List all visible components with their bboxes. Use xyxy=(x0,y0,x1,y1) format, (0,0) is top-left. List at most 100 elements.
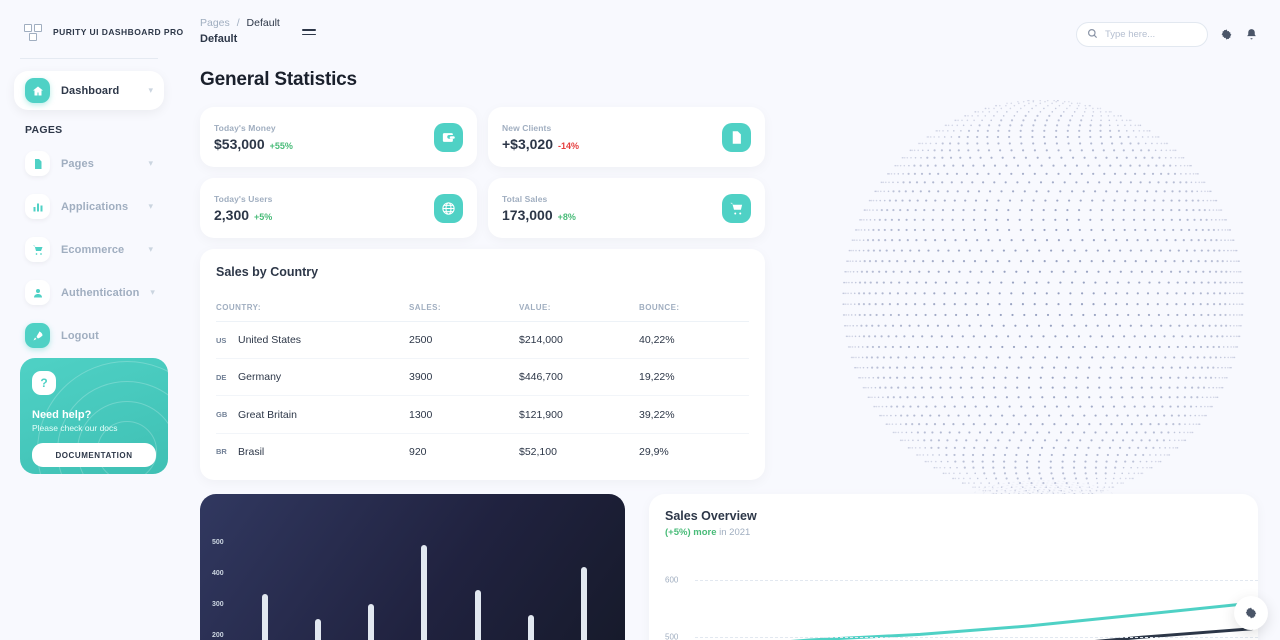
chevron-down-icon[interactable]: ▾ xyxy=(148,245,153,254)
purity-logo-icon xyxy=(24,22,44,42)
line-chart-gridline xyxy=(695,637,1258,639)
cell-value: $214,000 xyxy=(519,321,639,360)
topbar: Pages / Default Default xyxy=(200,0,1258,47)
cell-value: $121,900 xyxy=(519,395,639,434)
chevron-down-icon[interactable]: ▾ xyxy=(148,159,153,168)
document-icon xyxy=(722,122,751,152)
sidebar-item-logout[interactable]: Logout xyxy=(14,316,164,355)
column-header-sales: SALES: xyxy=(409,303,519,323)
bar-chart-bar xyxy=(474,589,481,640)
country-flag: GB xyxy=(216,410,228,420)
table-row[interactable]: GB Great Britain 1300 $121,900 39,22% xyxy=(216,395,749,434)
gear-icon[interactable] xyxy=(1220,28,1233,41)
country-flag: US xyxy=(216,335,227,345)
stat-delta: +5% xyxy=(254,211,273,222)
stat-card-todays-money[interactable]: Today's Money $53,000 +55% xyxy=(200,107,477,168)
bell-icon[interactable] xyxy=(1245,28,1258,41)
sidebar-nav: Dashboard ▾ PAGES Pages ▾ Applications ▾ xyxy=(14,59,164,355)
topbar-actions xyxy=(1076,16,1258,47)
sales-overview-subtitle: (+5%) more in 2021 xyxy=(665,527,1242,538)
chevron-down-icon[interactable]: ▾ xyxy=(150,288,155,297)
sidebar-item-ecommerce[interactable]: Ecommerce ▾ xyxy=(14,230,164,269)
breadcrumb: Pages / Default Default xyxy=(200,16,280,47)
sales-overview-card: Sales Overview (+5%) more in 2021 500 600 xyxy=(649,493,1258,640)
bottom-charts: 200 300 400 500 Sales Overview (+5%) more i… xyxy=(200,493,1258,640)
search-input[interactable] xyxy=(1105,29,1197,40)
sidebar-item-label: Ecommerce xyxy=(61,243,125,256)
line-chart-y-tick: 500 xyxy=(665,632,679,640)
sidebar-item-label: Pages xyxy=(61,157,94,170)
stat-delta: -14% xyxy=(558,140,580,151)
line-chart-series xyxy=(788,601,1254,640)
brand[interactable]: PURITY UI DASHBOARD PRO xyxy=(14,0,183,42)
cell-bounce: 29,9% xyxy=(639,445,669,458)
bar-chart-y-tick: 200 xyxy=(212,631,224,639)
bar-chart-bar xyxy=(528,614,535,640)
sales-overview-title: Sales Overview xyxy=(665,508,757,523)
globe-icon xyxy=(434,193,463,223)
country-name: Great Britain xyxy=(238,408,297,421)
sidebar-item-applications[interactable]: Applications ▾ xyxy=(14,187,164,226)
sidebar-item-authentication[interactable]: Authentication ▾ xyxy=(14,273,164,312)
stat-value: $53,000 xyxy=(214,135,265,152)
sidebar-section-label: PAGES xyxy=(25,124,63,136)
breadcrumb-current: Default xyxy=(246,17,280,29)
stat-cards: Today's Money $53,000 +55% New Clients +… xyxy=(200,107,1258,239)
search-box[interactable] xyxy=(1076,22,1208,47)
bar-chart-y-tick: 400 xyxy=(212,569,224,577)
bar-chart-icon xyxy=(25,194,50,219)
stat-delta: +8% xyxy=(557,211,576,222)
sales-overview-period: in 2021 xyxy=(719,526,751,538)
breadcrumb-parent[interactable]: Pages xyxy=(200,17,230,29)
hamburger-menu-icon[interactable] xyxy=(301,29,316,36)
stat-card-total-sales[interactable]: Total Sales 173,000 +8% xyxy=(488,178,765,239)
documentation-button[interactable]: DOCUMENTATION xyxy=(32,443,156,467)
table-row[interactable]: BR Brasil 920 $52,100 29,9% xyxy=(216,433,749,470)
table-row[interactable]: DE Germany 3900 $446,700 19,22% xyxy=(216,358,749,397)
sidebar-item-pages[interactable]: Pages ▾ xyxy=(14,144,164,183)
sidebar-item-label: Dashboard xyxy=(61,84,120,97)
home-icon xyxy=(25,78,50,103)
table-row[interactable]: US United States 2500 $214,000 40,22% xyxy=(216,321,749,360)
country-flag: DE xyxy=(216,372,227,382)
country-name: United States xyxy=(238,334,302,347)
bar-chart-y-tick: 300 xyxy=(212,600,224,608)
cell-sales: 2500 xyxy=(409,321,519,360)
floating-settings-button[interactable] xyxy=(1234,596,1268,630)
sidebar-divider xyxy=(20,58,158,59)
stat-card-new-clients[interactable]: New Clients +$3,020 -14% xyxy=(488,107,765,168)
stat-value: 173,000 xyxy=(502,206,553,223)
active-users-bar-chart: 200 300 400 500 xyxy=(200,493,625,640)
sales-overview-delta: (+5%) more xyxy=(665,526,717,538)
bar-chart-bar xyxy=(368,603,375,640)
question-mark-icon: ? xyxy=(32,371,56,395)
cell-bounce: 40,22% xyxy=(639,321,749,360)
main-content: Pages / Default Default Type here... Gen… xyxy=(178,0,1280,640)
bar-chart-bar xyxy=(314,619,321,640)
shopping-cart-icon xyxy=(25,237,50,262)
column-header-country: COUNTRY: xyxy=(216,303,409,323)
sidebar-item-dashboard[interactable]: Dashboard ▾ xyxy=(14,71,164,110)
stat-label: New Clients xyxy=(502,122,552,133)
dashboard-root: PURITY UI DASHBOARD PRO Dashboard ▾ PAGE… xyxy=(0,0,1280,640)
chevron-down-icon[interactable]: ▾ xyxy=(148,202,153,211)
line-chart-gridline xyxy=(695,580,1258,582)
bar-chart-bars xyxy=(238,520,611,640)
sales-by-country-title: Sales by Country xyxy=(216,265,319,280)
cell-sales: 920 xyxy=(409,445,427,458)
stat-delta: +55% xyxy=(269,140,293,151)
chevron-down-icon[interactable]: ▾ xyxy=(148,86,153,95)
cell-bounce: 19,22% xyxy=(639,358,749,397)
stat-value: 2,300 xyxy=(214,206,250,223)
stat-card-todays-users[interactable]: Today's Users 2,300 +5% xyxy=(200,178,477,239)
breadcrumb-title: Default xyxy=(200,33,238,46)
cell-sales: 1300 xyxy=(409,395,519,434)
cell-value: $52,100 xyxy=(519,445,557,458)
column-header-bounce: BOUNCE: xyxy=(639,303,749,323)
cell-sales: 3900 xyxy=(409,358,519,397)
breadcrumb-separator: / xyxy=(236,17,240,29)
bar-chart-bar xyxy=(421,544,428,640)
wallet-icon xyxy=(434,122,463,152)
content-area: Today's Money $53,000 +55% New Clients +… xyxy=(200,107,1258,640)
sales-by-country-card: Sales by Country COUNTRY: SALES: VALUE: … xyxy=(200,249,765,480)
